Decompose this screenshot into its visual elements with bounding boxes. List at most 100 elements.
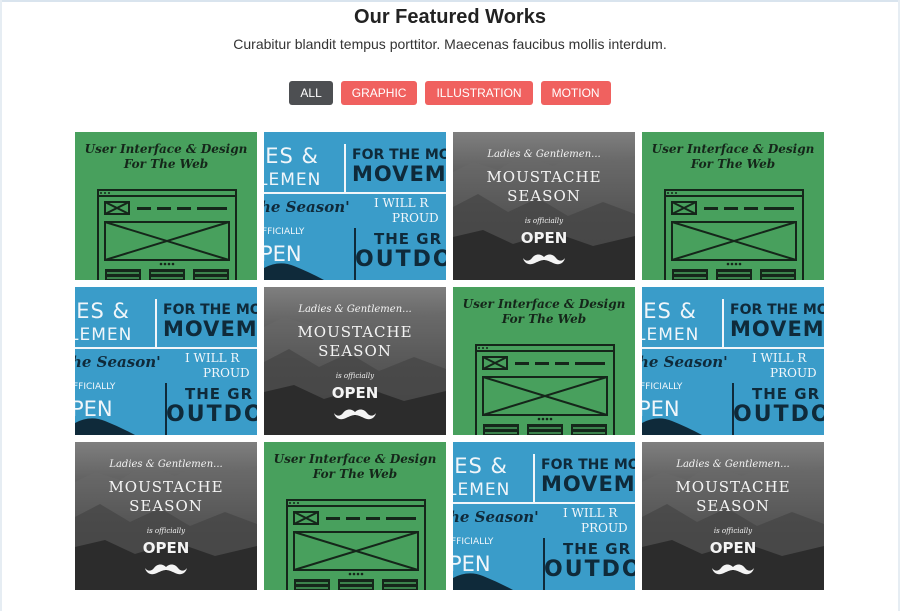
wireframe-illustration — [475, 344, 615, 435]
poster-text: SEASON — [696, 497, 770, 515]
poster-text: FFICIALLY — [642, 382, 683, 392]
poster-text: he Season' — [453, 508, 539, 526]
poster-text: Ladies & Gentlemen... — [676, 459, 790, 470]
poster-text: LEMEN — [75, 325, 133, 345]
poster-text: PROUD — [392, 211, 439, 225]
poster-text: MOUSTACHE — [486, 168, 602, 186]
poster-text: FOR THE MO — [352, 147, 446, 163]
poster-text: THE GR — [374, 230, 443, 248]
poster-text: Ladies & Gentlemen... — [487, 149, 601, 160]
section-title: Our Featured Works — [354, 6, 546, 28]
tile-title-line: User Interface & Design — [462, 297, 626, 311]
portfolio-item-moustache[interactable]: Ladies & Gentlemen... MOUSTACHE SEASON i… — [75, 442, 257, 590]
poster-text: is officially — [335, 372, 375, 380]
poster-text: FOR THE MO — [541, 457, 635, 473]
tile-title: User Interface & Design For The Web — [642, 142, 824, 172]
hill-shape — [642, 418, 702, 435]
tile-title-line: User Interface & Design — [651, 142, 815, 156]
poster-text: IES & — [264, 144, 319, 168]
portfolio-item-moustache[interactable]: Ladies & Gentlemen... MOUSTACHE SEASON i… — [642, 442, 824, 590]
filter-motion-button[interactable]: MOTION — [540, 81, 611, 105]
poster-text: OPEN — [520, 229, 568, 247]
poster-text: MOUSTACHE — [108, 478, 224, 496]
portfolio-item-moustache[interactable]: Ladies & Gentlemen... MOUSTACHE SEASON i… — [264, 287, 446, 435]
poster-text: SEASON — [318, 342, 392, 360]
portfolio-item-ui-design[interactable]: User Interface & Design For The Web — [642, 132, 824, 280]
poster-text: FFICIALLY — [264, 227, 305, 237]
divider — [264, 192, 446, 194]
tile-title: User Interface & Design For The Web — [453, 297, 635, 327]
poster-text: is officially — [524, 217, 564, 225]
tile-title: User Interface & Design For The Web — [264, 452, 446, 482]
poster-text: FOR THE MO — [730, 302, 824, 318]
hill-shape — [264, 263, 324, 280]
poster-text: IES & — [75, 299, 130, 323]
poster-text: THE GR — [752, 385, 821, 403]
poster-text: MOUSTACHE — [675, 478, 791, 496]
portfolio-item-poster[interactable]: IES & LEMEN FOR THE MO MOVEM he Season' … — [75, 287, 257, 435]
poster-text: is officially — [146, 527, 186, 535]
tile-title-line: For The Web — [312, 467, 398, 481]
poster-text: THE GR — [185, 385, 254, 403]
filter-illustration-button[interactable]: ILLUSTRATION — [425, 81, 533, 105]
poster-text: FFICIALLY — [453, 537, 494, 547]
poster-text: MOUSTACHE — [297, 323, 413, 341]
filter-all-button[interactable]: ALL — [289, 81, 333, 105]
poster-text: OUTDO — [544, 557, 635, 582]
poster-text: MOVEM — [163, 317, 257, 341]
hill-shape — [75, 418, 135, 435]
poster-text: I WILL R — [563, 506, 618, 520]
poster-text: FOR THE MO — [163, 302, 257, 318]
portfolio-item-poster[interactable]: IES & LEMEN FOR THE MO MOVEM he Season' … — [642, 287, 824, 435]
poster-text: he Season' — [264, 198, 350, 216]
portfolio-item-poster[interactable]: IES & LEMEN FOR THE MO MOVEM he Season' … — [453, 442, 635, 590]
wireframe-illustration — [286, 499, 426, 590]
poster-text: OPEN — [709, 539, 757, 557]
poster-text: IES & — [453, 454, 508, 478]
poster-text: I WILL R — [185, 351, 240, 365]
window-top-border — [0, 0, 900, 2]
divider — [533, 454, 535, 504]
tile-title-line: User Interface & Design — [84, 142, 248, 156]
portfolio-item-poster[interactable]: IES & LEMEN FOR THE MO MOVEM he Season' … — [264, 132, 446, 280]
poster-text: LEMEN — [264, 170, 322, 190]
poster-text: MOVEM — [352, 162, 446, 186]
filter-graphic-button[interactable]: GRAPHIC — [340, 81, 418, 105]
tile-title-line: For The Web — [690, 157, 776, 171]
section-subtitle: Curabitur blandit tempus porttitor. Maec… — [233, 36, 667, 52]
divider — [75, 347, 257, 349]
tile-title-line: For The Web — [123, 157, 209, 171]
poster-text: OPEN — [142, 539, 190, 557]
poster-text: IES & — [642, 299, 697, 323]
poster-text: he Season' — [75, 353, 161, 371]
poster-text: OUTDO — [733, 402, 824, 427]
portfolio-item-ui-design[interactable]: User Interface & Design For The Web — [75, 132, 257, 280]
poster-text: MOVEM — [541, 472, 635, 496]
poster-text: PROUD — [203, 366, 250, 380]
moustache-icon — [712, 564, 754, 575]
divider — [155, 299, 157, 349]
portfolio-item-ui-design[interactable]: User Interface & Design For The Web — [453, 287, 635, 435]
moustache-icon — [145, 564, 187, 575]
poster-text: Ladies & Gentlemen... — [298, 304, 412, 315]
poster-text: SEASON — [129, 497, 203, 515]
poster-text: LEMEN — [642, 325, 700, 345]
poster-text: I WILL R — [374, 196, 429, 210]
poster-text: I WILL R — [752, 351, 807, 365]
portfolio-item-ui-design[interactable]: User Interface & Design For The Web — [264, 442, 446, 590]
poster-text: he Season' — [642, 353, 728, 371]
poster-text: THE GR — [563, 540, 632, 558]
tile-title-line: User Interface & Design — [273, 452, 437, 466]
poster-text: MOVEM — [730, 317, 824, 341]
portfolio-item-moustache[interactable]: Ladies & Gentlemen... MOUSTACHE SEASON i… — [453, 132, 635, 280]
divider — [344, 144, 346, 194]
divider — [453, 502, 635, 504]
poster-text: SEASON — [507, 187, 581, 205]
poster-text: PROUD — [581, 521, 628, 535]
poster-text: PROUD — [770, 366, 817, 380]
wireframe-illustration — [97, 189, 237, 280]
wireframe-illustration — [664, 189, 804, 280]
poster-text: OUTDO — [355, 247, 446, 272]
poster-text: OUTDO — [166, 402, 257, 427]
poster-text: LEMEN — [453, 480, 511, 500]
